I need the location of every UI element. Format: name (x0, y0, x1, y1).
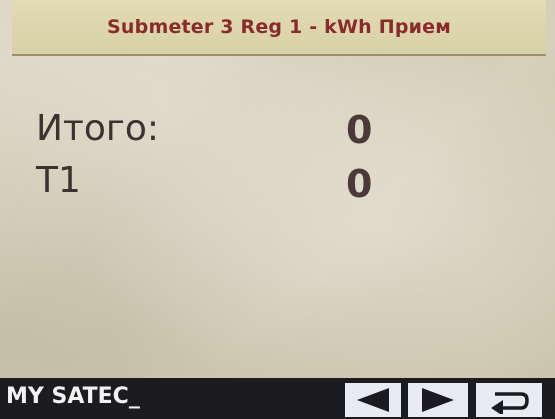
reading-value-total: 0 (346, 108, 373, 152)
display-screen: Submeter 3 Reg 1 - kWh Прием Итого: 0 T1… (0, 0, 555, 419)
status-bar: MY SATEC_ (0, 378, 555, 419)
device-name: MY SATEC_ (6, 384, 140, 409)
right-arrow-icon (422, 388, 454, 412)
reading-value-t1: 0 (346, 162, 373, 206)
page-title: Submeter 3 Reg 1 - kWh Прием (107, 16, 451, 38)
prev-button[interactable] (345, 383, 401, 417)
reading-label-t1: T1 (36, 160, 81, 201)
title-bar: Submeter 3 Reg 1 - kWh Прием (12, 0, 546, 56)
next-button[interactable] (408, 383, 468, 417)
return-icon (491, 392, 529, 414)
reading-label-total: Итого: (36, 108, 159, 149)
back-button[interactable] (476, 383, 542, 417)
left-arrow-icon (357, 388, 389, 412)
